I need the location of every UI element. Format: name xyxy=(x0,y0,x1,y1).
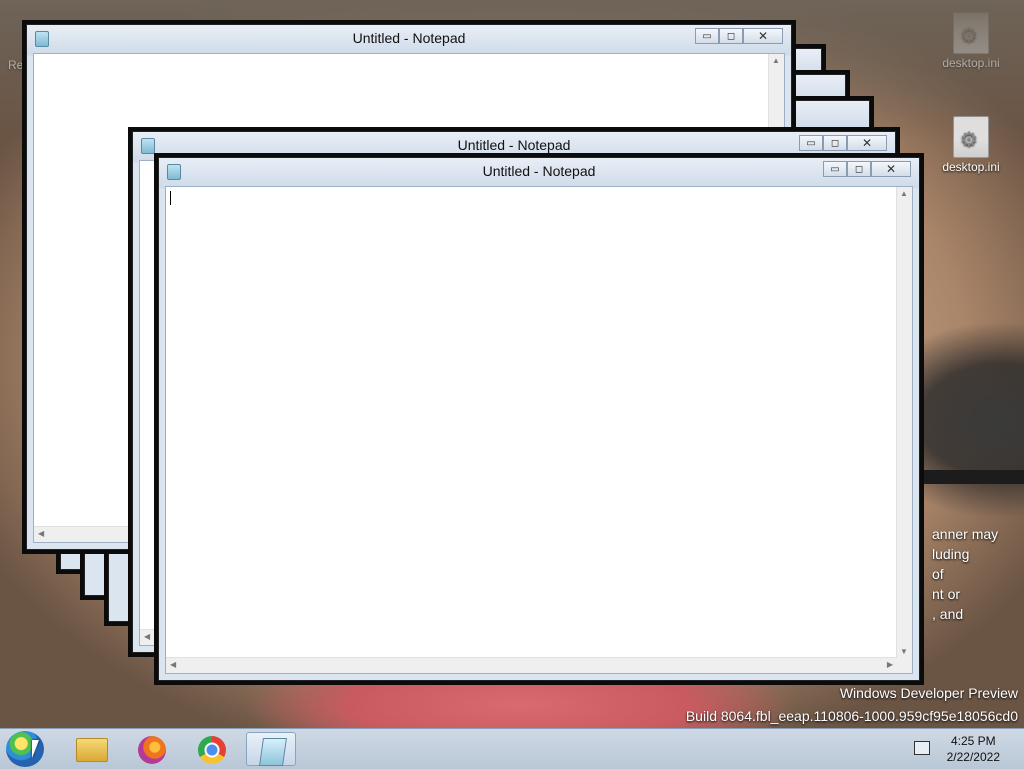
minimize-button[interactable]: ▭ xyxy=(799,135,823,151)
vertical-scrollbar[interactable]: ▲ ▼ xyxy=(896,187,912,658)
desktop-icon-label: desktop.ini xyxy=(942,56,1000,70)
taskbar-notepad[interactable] xyxy=(246,732,296,766)
background-text-1: anner may xyxy=(932,526,999,542)
scroll-down-icon[interactable]: ▼ xyxy=(900,647,908,656)
taskbar: 4:25 PM 2/22/2022 xyxy=(0,728,1024,769)
window-title: Untitled - Notepad xyxy=(352,30,466,46)
maximize-button[interactable]: ◻ xyxy=(719,28,743,44)
settings-file-icon xyxy=(953,116,989,158)
size-grip[interactable] xyxy=(897,658,912,673)
folder-icon xyxy=(76,738,108,762)
desktop-partial-icon-label[interactable]: Re xyxy=(8,58,23,72)
desktop-icon-desktop-ini-2[interactable]: desktop.ini xyxy=(936,116,1006,174)
watermark-line2: Build 8064.fbl_eeap.110806-1000.959cf95e… xyxy=(685,708,1018,724)
maximize-button[interactable]: ◻ xyxy=(823,135,847,151)
taskbar-firefox[interactable] xyxy=(126,732,176,766)
text-caret xyxy=(170,191,171,205)
close-button[interactable]: ✕ xyxy=(847,135,887,151)
minimize-button[interactable]: ▭ xyxy=(823,161,847,177)
settings-file-icon xyxy=(953,12,989,54)
window-title: Untitled - Notepad xyxy=(482,163,596,179)
clock[interactable]: 4:25 PM 2/22/2022 xyxy=(947,733,1000,765)
close-button[interactable]: ✕ xyxy=(743,28,783,44)
background-text-2: luding xyxy=(932,546,970,562)
minimize-button[interactable]: ▭ xyxy=(695,28,719,44)
scroll-left-icon[interactable]: ◀ xyxy=(144,632,150,641)
desktop-icon-desktop-ini-1[interactable]: desktop.ini xyxy=(936,12,1006,70)
horizontal-scrollbar[interactable]: ◀ ▶ xyxy=(166,657,897,673)
background-text-3: of xyxy=(932,566,944,582)
notepad-icon xyxy=(259,738,287,766)
mouse-cursor xyxy=(32,740,39,758)
clock-date: 2/22/2022 xyxy=(946,750,1000,764)
maximize-button[interactable]: ◻ xyxy=(847,161,871,177)
taskbar-file-explorer[interactable] xyxy=(64,732,114,766)
desktop-icon-label: desktop.ini xyxy=(942,160,1000,174)
watermark-line1: Windows Developer Preview xyxy=(839,685,1018,701)
clock-time: 4:25 PM xyxy=(950,734,996,748)
scroll-up-icon[interactable]: ▲ xyxy=(900,189,908,198)
title-bar[interactable]: Untitled - Notepad ▭ ◻ ✕ xyxy=(27,25,791,51)
close-button[interactable]: ✕ xyxy=(871,161,911,177)
network-icon[interactable] xyxy=(914,741,930,755)
background-text-4: nt or xyxy=(932,586,961,602)
text-area[interactable]: ▲ ▼ ◀ ▶ xyxy=(165,186,913,674)
window-title: Untitled - Notepad xyxy=(457,137,571,153)
scroll-right-icon[interactable]: ▶ xyxy=(887,660,893,669)
title-bar[interactable]: Untitled - Notepad ▭ ◻ ✕ xyxy=(159,158,919,184)
wallpaper-glasses xyxy=(910,470,1024,484)
title-bar[interactable]: Untitled - Notepad ▭ ◻ ✕ xyxy=(133,132,895,158)
background-text-5: , and xyxy=(932,606,964,622)
scroll-left-icon[interactable]: ◀ xyxy=(170,660,176,669)
firefox-icon xyxy=(138,736,166,764)
scroll-up-icon[interactable]: ▲ xyxy=(772,56,780,65)
notepad-window-front[interactable]: Untitled - Notepad ▭ ◻ ✕ ▲ ▼ ◀ ▶ xyxy=(158,157,920,681)
scroll-left-icon[interactable]: ◀ xyxy=(38,529,44,538)
chrome-icon xyxy=(198,736,226,764)
taskbar-chrome[interactable] xyxy=(186,732,236,766)
